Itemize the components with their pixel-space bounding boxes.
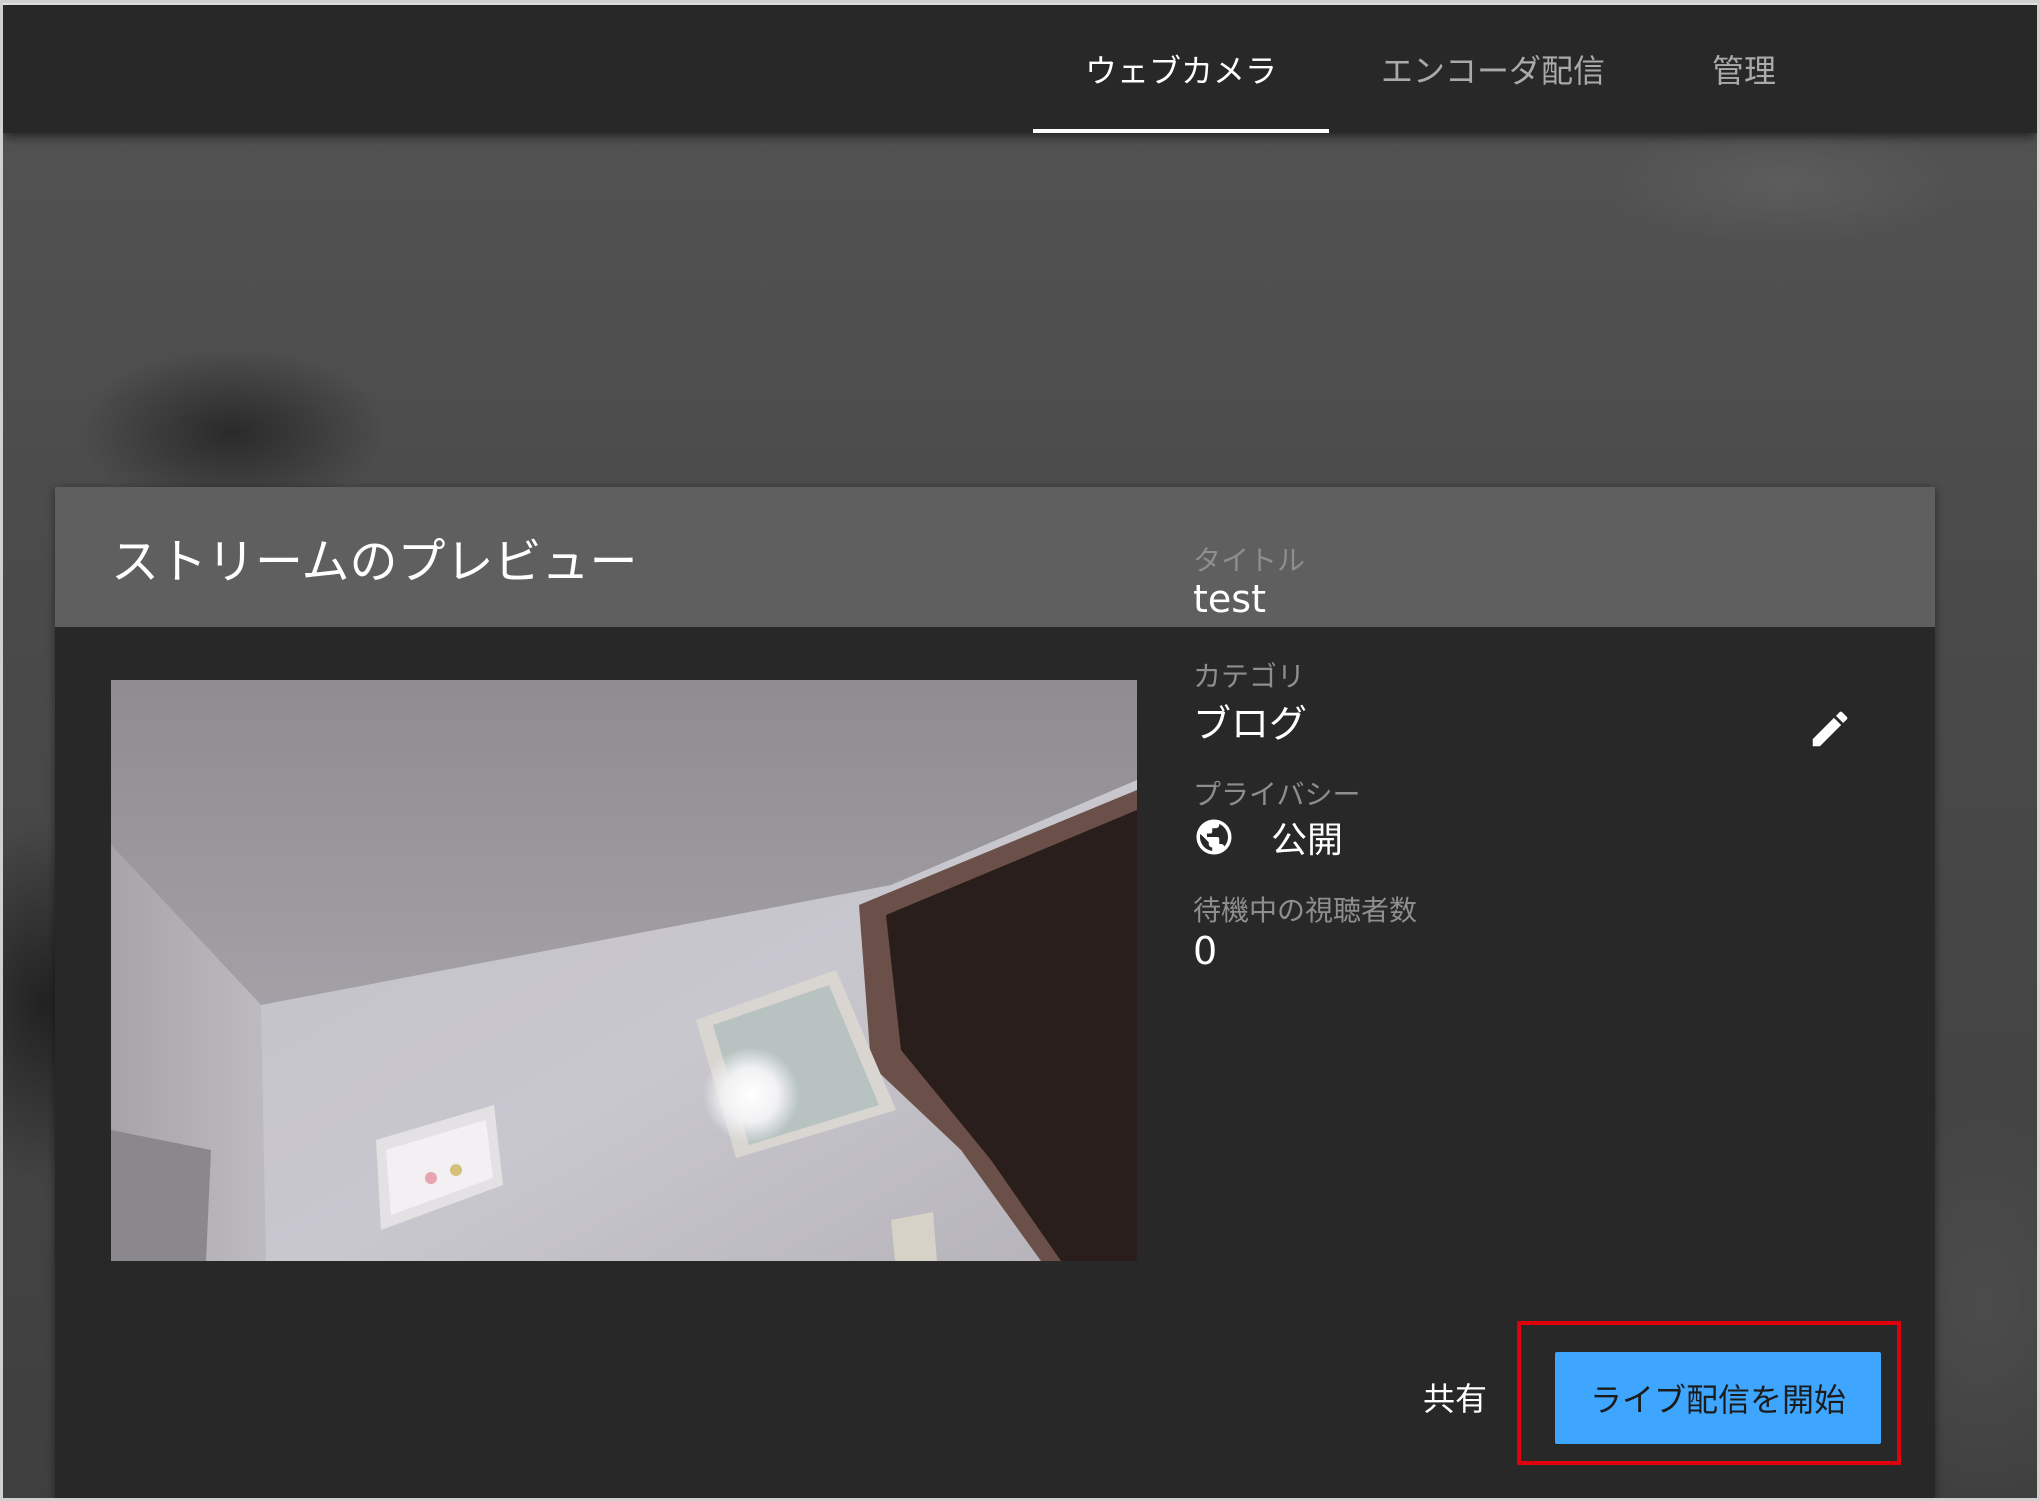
tab-webcam[interactable]: ウェブカメラ — [1033, 5, 1329, 133]
title-value: test — [1193, 577, 1266, 621]
privacy-label: プライバシー — [1193, 778, 1361, 811]
privacy-value: 公開 — [1271, 820, 1344, 861]
go-live-button[interactable]: ライブ配信を開始 — [1555, 1352, 1881, 1444]
tab-label: エンコーダ配信 — [1380, 52, 1605, 90]
title-label: タイトル — [1193, 544, 1306, 577]
webcam-preview — [111, 680, 1137, 1261]
waiting-viewers-value: 0 — [1193, 929, 1218, 973]
globe-icon — [1193, 816, 1235, 858]
privacy-row: 公開 — [1193, 811, 1343, 863]
category-label: カテゴリ — [1193, 660, 1306, 693]
active-tab-indicator — [1033, 129, 1329, 133]
edit-button[interactable] — [1800, 699, 1860, 759]
tab-encoder[interactable]: エンコーダ配信 — [1343, 5, 1643, 133]
share-button[interactable]: 共有 — [1385, 1352, 1525, 1442]
tab-label: 管理 — [1711, 52, 1776, 90]
card-header: ストリームのプレビュー — [55, 487, 1935, 627]
tab-label: ウェブカメラ — [1084, 52, 1277, 90]
tab-manage[interactable]: 管理 — [1669, 5, 1819, 133]
card-title: ストリームのプレビュー — [111, 534, 638, 590]
waiting-viewers-label: 待機中の視聴者数 — [1193, 894, 1418, 927]
pencil-icon — [1807, 706, 1853, 752]
top-nav-bar: ウェブカメラ エンコーダ配信 管理 — [3, 5, 2037, 133]
category-value: ブログ — [1193, 702, 1308, 746]
app-window: ウェブカメラ エンコーダ配信 管理 ストリームのプレビュー タイトル test … — [0, 0, 2040, 1501]
stream-preview-card: ストリームのプレビュー タイトル test カテゴリ ブログ プライバシー 公開… — [55, 487, 1935, 1498]
webcam-preview-image — [111, 680, 1137, 1261]
